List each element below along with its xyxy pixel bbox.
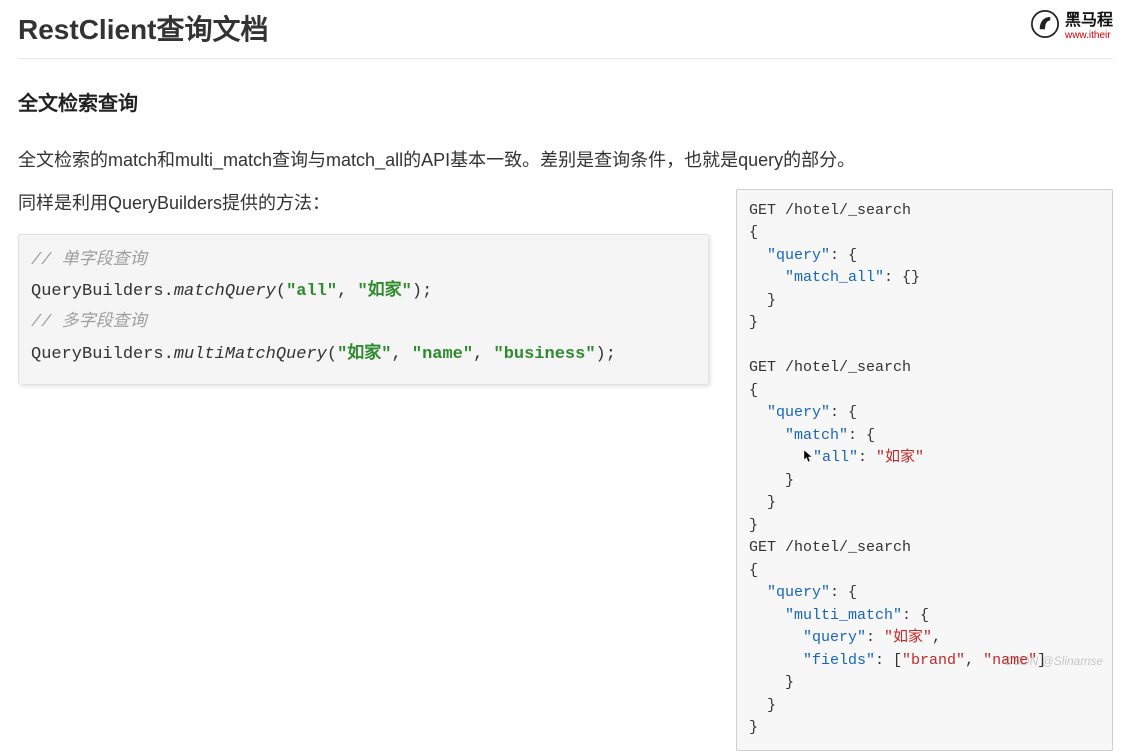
intro-paragraph-2: 同样是利用QueryBuilders提供的方法：: [18, 189, 718, 218]
left-column: 同样是利用QueryBuilders提供的方法： // 单字段查询 QueryB…: [18, 189, 718, 385]
json-key: "query": [767, 584, 830, 601]
page: RestClient查询文档 黑马程 www.itheir 全文检索查询 全文检…: [0, 0, 1131, 674]
code-string: "business": [494, 345, 596, 364]
code-line: GET /hotel/_search: [749, 539, 911, 556]
json-key: "query": [767, 404, 830, 421]
watermark: CSDN @Slinamse: [1004, 654, 1103, 668]
json-value: "如家": [876, 449, 924, 466]
json-key: "query": [803, 629, 866, 646]
code-string: "如家": [357, 282, 411, 301]
cursor-icon: [803, 449, 813, 463]
code-comment: // 多字段查询: [31, 313, 147, 332]
brand-url: www.itheir: [1065, 31, 1111, 41]
code-comment: // 单字段查询: [31, 251, 147, 270]
code-text: ,: [473, 345, 493, 364]
json-value: "如家": [884, 629, 932, 646]
doc-title: RestClient查询文档: [18, 8, 268, 48]
brand-name: 黑马程: [1065, 13, 1113, 29]
json-key: "multi_match": [785, 607, 902, 624]
horse-logo-icon: [1031, 10, 1059, 43]
json-key: "match": [785, 427, 848, 444]
code-text: (: [276, 282, 286, 301]
json-key: "match_all": [785, 269, 884, 286]
intro-paragraph-1: 全文检索的match和multi_match查询与match_all的API基本…: [18, 146, 1113, 175]
code-string: "name": [412, 345, 473, 364]
code-string: "all": [286, 282, 337, 301]
code-text: );: [596, 345, 616, 364]
brand: 黑马程 www.itheir: [1031, 10, 1113, 43]
code-line: GET /hotel/_search: [749, 202, 911, 219]
code-string: "如家": [337, 345, 391, 364]
json-key: "fields": [803, 652, 875, 669]
java-code-block: // 单字段查询 QueryBuilders.matchQuery("all",…: [18, 234, 708, 385]
code-text: );: [412, 282, 432, 301]
body-row: 同样是利用QueryBuilders提供的方法： // 单字段查询 QueryB…: [18, 189, 1113, 751]
code-text: ,: [391, 345, 411, 364]
section-heading: 全文检索查询: [18, 87, 1113, 116]
json-value: "brand": [902, 652, 965, 669]
code-text: (: [327, 345, 337, 364]
code-text: QueryBuilders.: [31, 345, 174, 364]
code-text: QueryBuilders.: [31, 282, 174, 301]
json-key: "query": [767, 247, 830, 264]
code-line: GET /hotel/_search: [749, 359, 911, 376]
topbar: RestClient查询文档 黑马程 www.itheir: [18, 0, 1113, 59]
code-line: {: [749, 224, 758, 241]
code-method: matchQuery: [174, 282, 276, 301]
code-method: multiMatchQuery: [174, 345, 327, 364]
code-text: ,: [337, 282, 357, 301]
json-key: "all": [813, 449, 858, 466]
